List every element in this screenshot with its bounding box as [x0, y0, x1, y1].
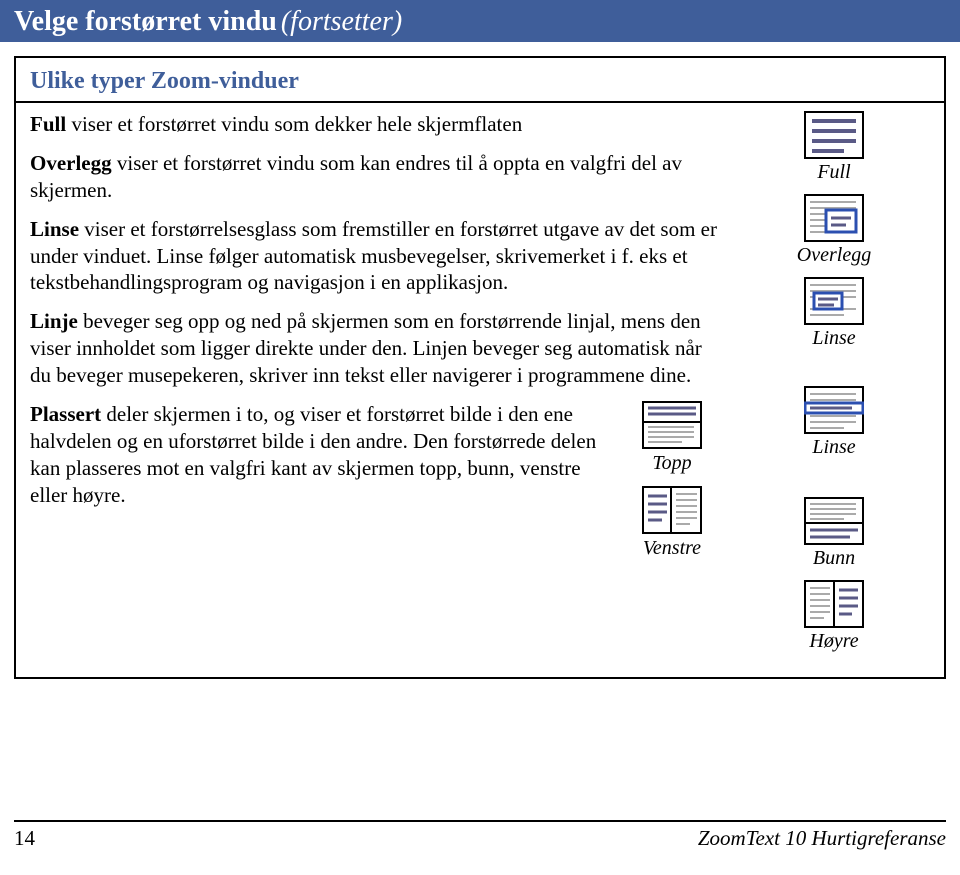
- overlegg-label: Overlegg: [797, 244, 871, 267]
- bunn-icon: [804, 497, 864, 545]
- icon-column: Full Overlegg: [734, 111, 934, 663]
- section-subtitle: Ulike typer Zoom-vinduer: [16, 58, 944, 103]
- para-linje-bold: Linje: [30, 309, 78, 333]
- bunn-label: Bunn: [813, 547, 855, 570]
- para-linse: Linse viser et forstørrelsesglass som fr…: [30, 216, 720, 297]
- topp-label: Topp: [652, 451, 691, 477]
- text-column: Full viser et forstørret vindu som dekke…: [30, 111, 720, 663]
- topp-icon: [642, 401, 702, 449]
- footer: 14 ZoomText 10 Hurtigreferanse: [14, 820, 946, 851]
- para-plassert: Plassert deler skjermen i to, og viser e…: [30, 401, 610, 560]
- linse-icon-1: [804, 277, 864, 325]
- header-suffix: (fortsetter): [281, 6, 402, 37]
- para-full-bold: Full: [30, 112, 66, 136]
- page-number: 14: [14, 826, 35, 851]
- para-linse-bold: Linse: [30, 217, 79, 241]
- footer-reference: ZoomText 10 Hurtigreferanse: [698, 826, 946, 851]
- para-linje-rest: beveger seg opp og ned på skjermen som e…: [30, 309, 702, 387]
- plassert-icons-left: Topp: [624, 401, 720, 572]
- para-plassert-row: Plassert deler skjermen i to, og viser e…: [30, 401, 720, 572]
- header-title: Velge forstørret vindu: [14, 6, 277, 37]
- para-linse-rest: viser et forstørrelsesglass som fremstil…: [30, 217, 717, 295]
- para-overlegg-rest: viser et forstørret vindu som kan endres…: [30, 151, 682, 202]
- para-linje: Linje beveger seg opp og ned på skjermen…: [30, 308, 720, 389]
- para-overlegg-bold: Overlegg: [30, 151, 112, 175]
- para-full: Full viser et forstørret vindu som dekke…: [30, 111, 720, 138]
- hoyre-icon: [804, 580, 864, 628]
- content-area: Full viser et forstørret vindu som dekke…: [16, 103, 944, 677]
- venstre-label: Venstre: [643, 536, 701, 562]
- linse-icon-2: [804, 386, 864, 434]
- content-box: Ulike typer Zoom-vinduer Full viser et f…: [14, 56, 946, 679]
- header-band: Velge forstørret vindu (fortsetter): [0, 0, 960, 42]
- para-full-rest: viser et forstørret vindu som dekker hel…: [66, 112, 522, 136]
- venstre-icon: [642, 486, 702, 534]
- linse-label-1: Linse: [812, 327, 855, 350]
- para-overlegg: Overlegg viser et forstørret vindu som k…: [30, 150, 720, 204]
- full-label: Full: [817, 161, 850, 184]
- overlegg-icon: [804, 194, 864, 242]
- full-icon: [804, 111, 864, 159]
- linse-label-2: Linse: [812, 436, 855, 459]
- para-plassert-rest: deler skjermen i to, og viser et forstør…: [30, 402, 596, 507]
- hoyre-label: Høyre: [809, 630, 858, 653]
- para-plassert-bold: Plassert: [30, 402, 101, 426]
